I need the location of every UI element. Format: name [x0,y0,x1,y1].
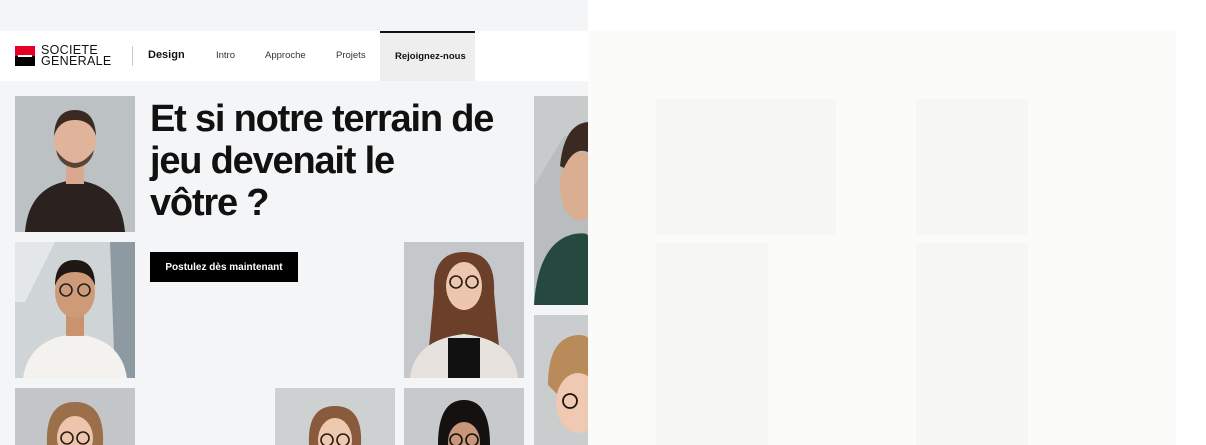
photo-portrait-person-blonde [534,315,588,445]
nav-link-approche[interactable]: Approche [265,50,306,61]
logo-text-line2: GENERALE [41,54,112,68]
hero-headline-line3: vôtre ? [150,182,269,224]
logo-text: SOCIETE GENERALE [41,44,112,68]
section-title-design[interactable]: Design [148,49,185,61]
photo-portrait-woman-bottom-left [15,388,135,445]
photo-portrait-woman-glasses [404,242,524,378]
photo-portrait-man-beard [15,96,135,232]
societe-generale-logo[interactable]: SOCIETE GENERALE [15,44,112,68]
nav-link-rejoignez-nous[interactable]: Rejoignez-nous [380,31,475,81]
page: SOCIETE GENERALE Design Intro Approche P… [0,0,1206,445]
ghost-block [916,99,1028,235]
apply-now-button[interactable]: Postulez dès maintenant [150,252,298,282]
ghost-block [656,99,836,235]
photo-portrait-man-glasses [15,242,135,378]
nav-link-projets[interactable]: Projets [336,50,366,61]
nav-link-intro[interactable]: Intro [216,50,235,61]
logo-divider [132,46,133,66]
hero-headline: Et si notre terrain de jeu devenait le v… [150,98,530,224]
hero-headline-line2: jeu devenait le [150,140,395,182]
photo-portrait-woman-bottom-center [275,388,395,445]
hero-headline-line1: Et si notre terrain de [150,98,494,140]
photo-portrait-person-bottom-right [404,388,524,445]
ghost-block [916,243,1028,445]
ghost-block [656,243,768,445]
societe-generale-logo-icon [15,46,35,66]
blank-overlay-panel [588,31,1176,445]
website-viewport: SOCIETE GENERALE Design Intro Approche P… [0,0,588,445]
nav-link-rejoignez-nous-label: Rejoignez-nous [395,51,466,62]
photo-portrait-man-dark-shirt [534,96,588,305]
